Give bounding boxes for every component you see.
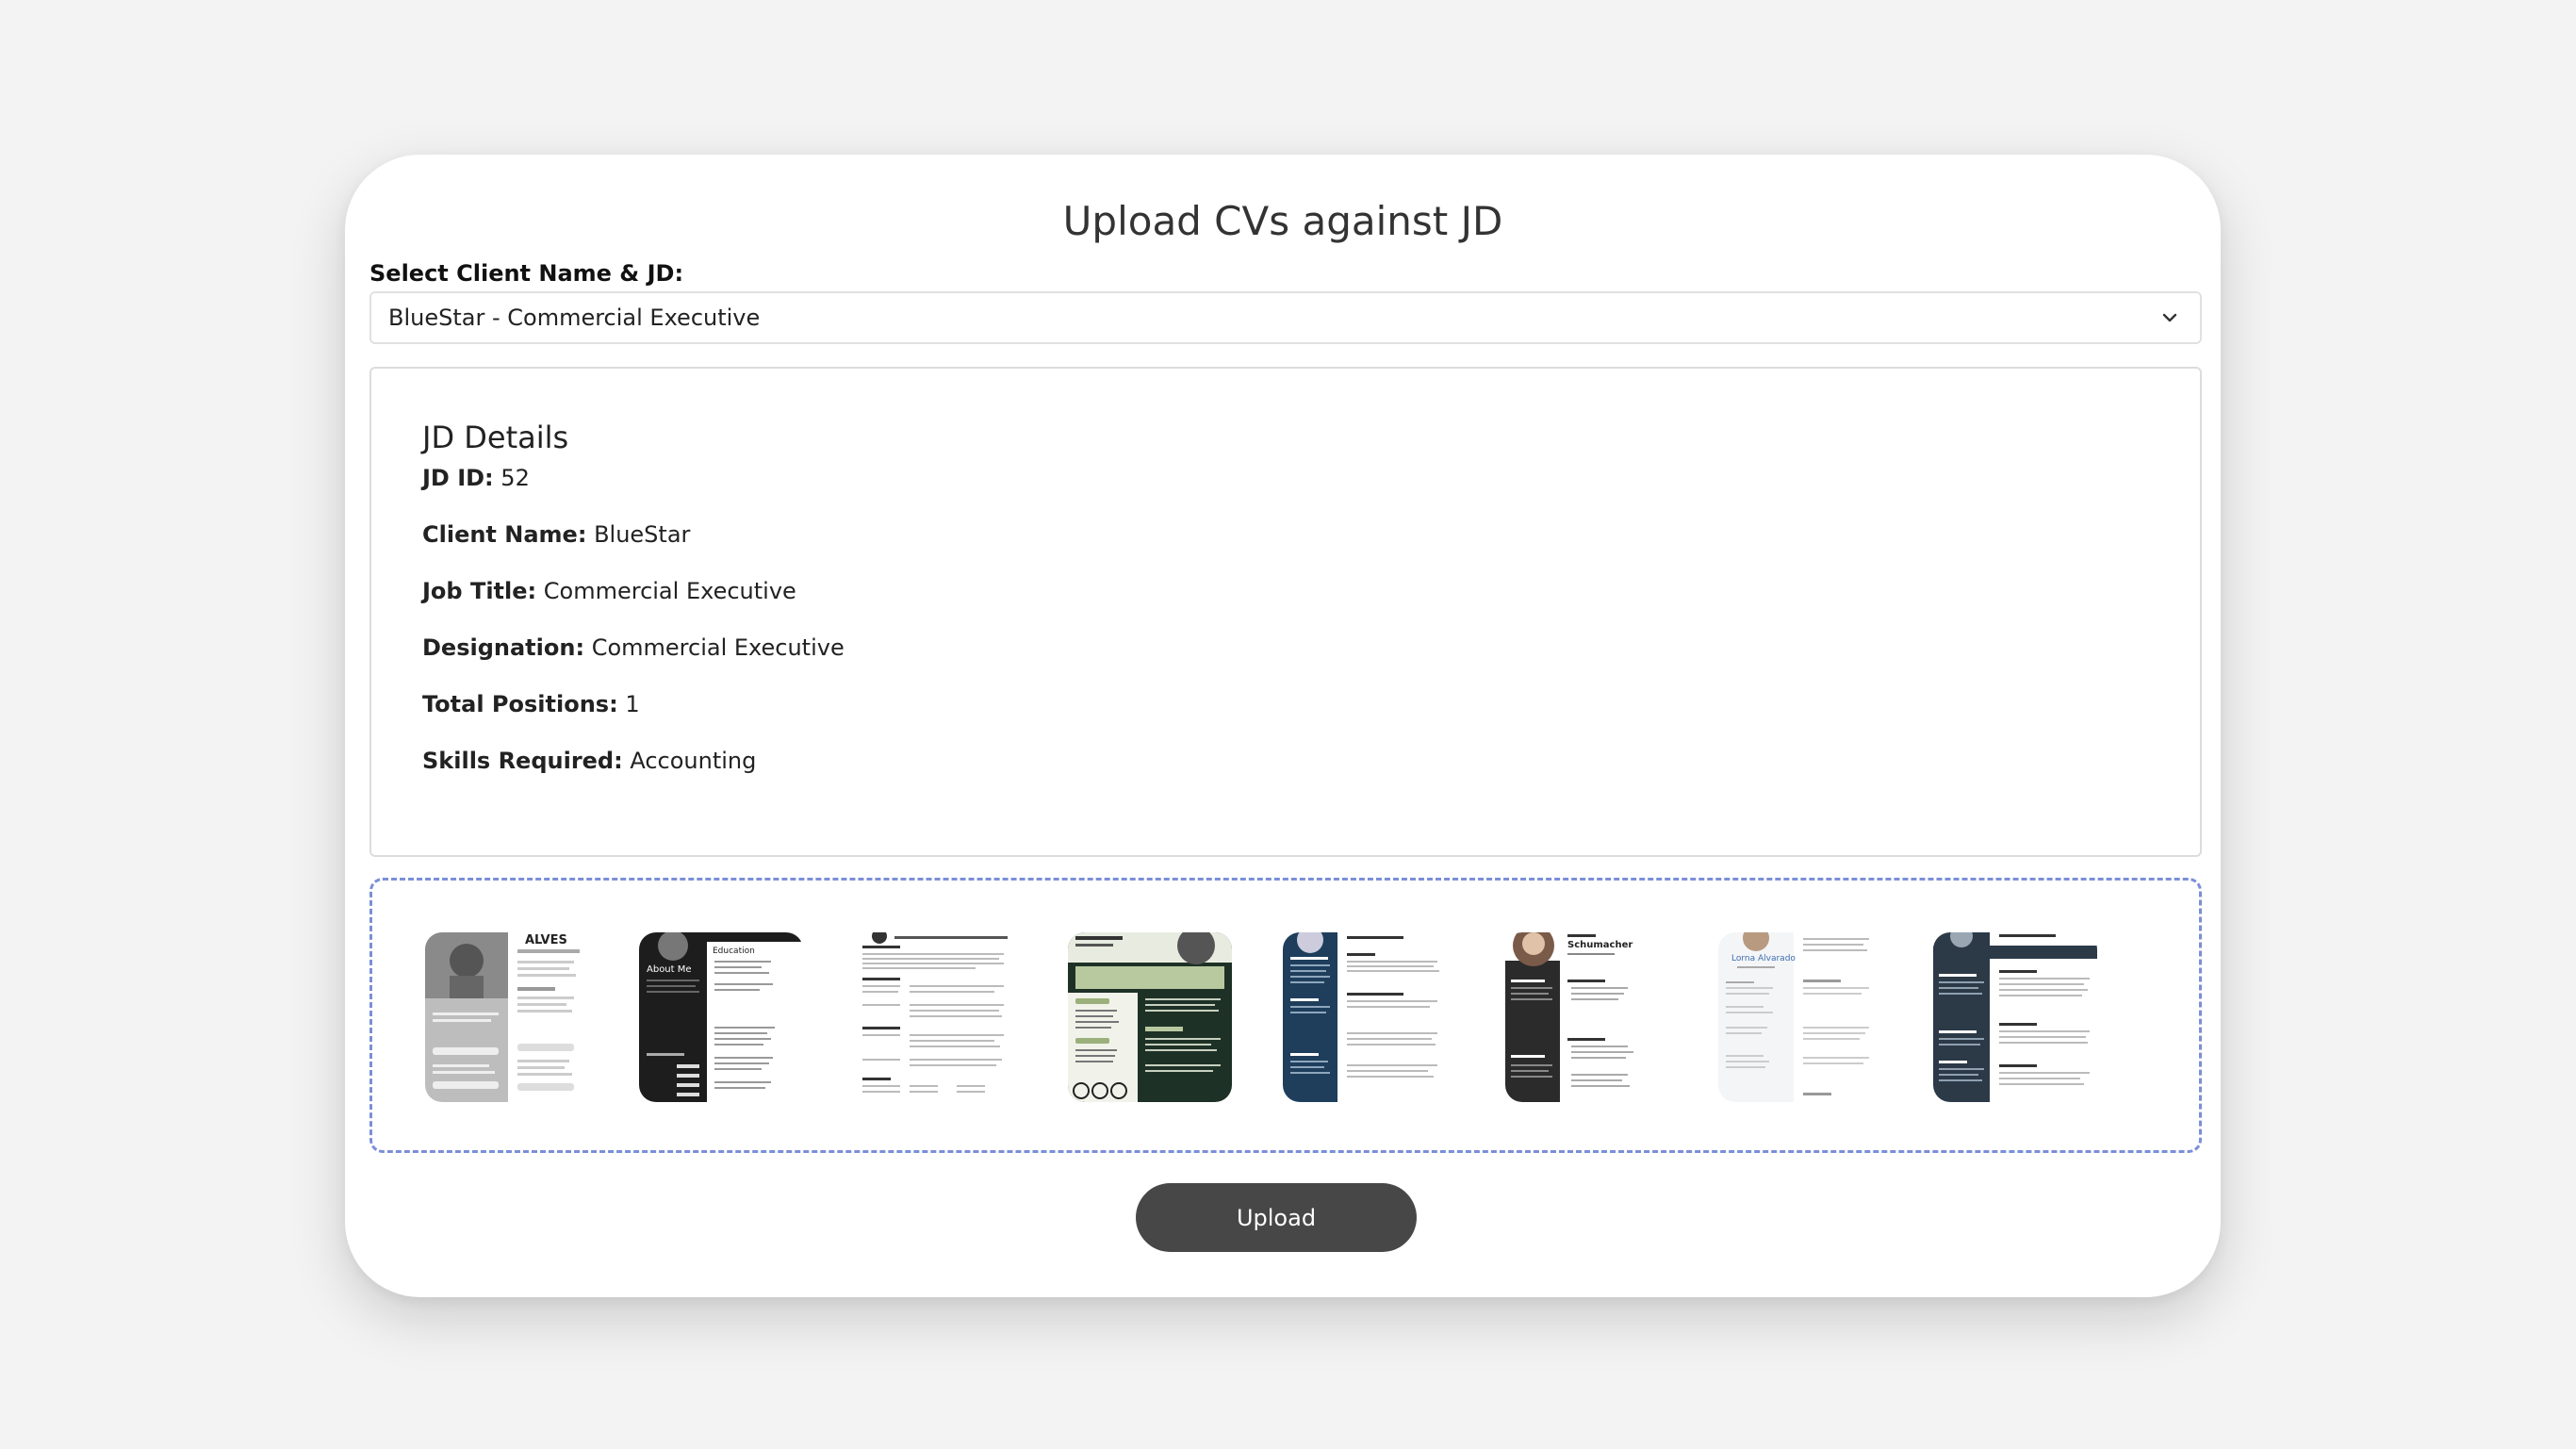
- client-jd-select[interactable]: BlueStar - Commercial Executive: [369, 291, 2202, 344]
- jd-field-value: Commercial Executive: [591, 634, 845, 661]
- total-positions-row: Total Positions: 1: [422, 691, 2149, 717]
- designation-row: Designation: Commercial Executive: [422, 634, 2149, 661]
- jd-field-label: JD ID:: [422, 465, 494, 491]
- cv-thumbnail[interactable]: [1283, 932, 1447, 1102]
- client-name-row: Client Name: BlueStar: [422, 521, 2149, 548]
- jd-details-heading: JD Details: [422, 420, 569, 455]
- cv-drop-zone[interactable]: ALVES About Me Education Schumacher Lorn…: [369, 878, 2202, 1153]
- jd-field-value: Accounting: [630, 748, 757, 774]
- jd-field-value: Commercial Executive: [543, 578, 796, 604]
- cv-header-text: Lorna Alvarado: [1731, 954, 1796, 963]
- cv-thumbnail[interactable]: About Me Education: [639, 932, 803, 1102]
- upload-card: Upload CVs against JD Select Client Name…: [345, 155, 2221, 1297]
- jd-field-label: Skills Required:: [422, 748, 623, 774]
- client-select-label: Select Client Name & JD:: [369, 260, 684, 287]
- skills-required-row: Skills Required: Accounting: [422, 748, 2149, 774]
- jd-field-label: Client Name:: [422, 521, 587, 548]
- jd-field-value: BlueStar: [594, 521, 691, 548]
- cv-header-text: ALVES: [525, 933, 567, 947]
- jd-field-value: 52: [500, 465, 530, 491]
- jd-details-panel: JD Details JD ID: 52 Client Name: BlueSt…: [369, 367, 2202, 857]
- cv-thumbnail[interactable]: [853, 932, 1017, 1102]
- cv-thumbnail[interactable]: Schumacher: [1505, 932, 1669, 1102]
- cv-thumbnail[interactable]: ALVES: [425, 932, 589, 1102]
- cv-header-text: About Me: [647, 964, 692, 975]
- cv-header-text: Schumacher: [1567, 940, 1633, 950]
- jd-id-row: JD ID: 52: [422, 465, 2149, 491]
- cv-header-text: Education: [713, 947, 755, 956]
- cv-thumbnail[interactable]: [1933, 932, 2097, 1102]
- client-jd-select-value: BlueStar - Commercial Executive: [388, 305, 761, 331]
- upload-button[interactable]: Upload: [1136, 1183, 1417, 1252]
- jd-field-label: Designation:: [422, 634, 585, 661]
- chevron-down-icon: [2157, 305, 2183, 331]
- jd-field-label: Total Positions:: [422, 691, 618, 717]
- page-title: Upload CVs against JD: [1062, 198, 1503, 244]
- cv-thumbnail[interactable]: [1068, 932, 1232, 1102]
- jd-field-label: Job Title:: [422, 578, 537, 604]
- job-title-row: Job Title: Commercial Executive: [422, 578, 2149, 604]
- cv-thumbnail[interactable]: Lorna Alvarado: [1718, 932, 1882, 1102]
- jd-field-value: 1: [625, 691, 640, 717]
